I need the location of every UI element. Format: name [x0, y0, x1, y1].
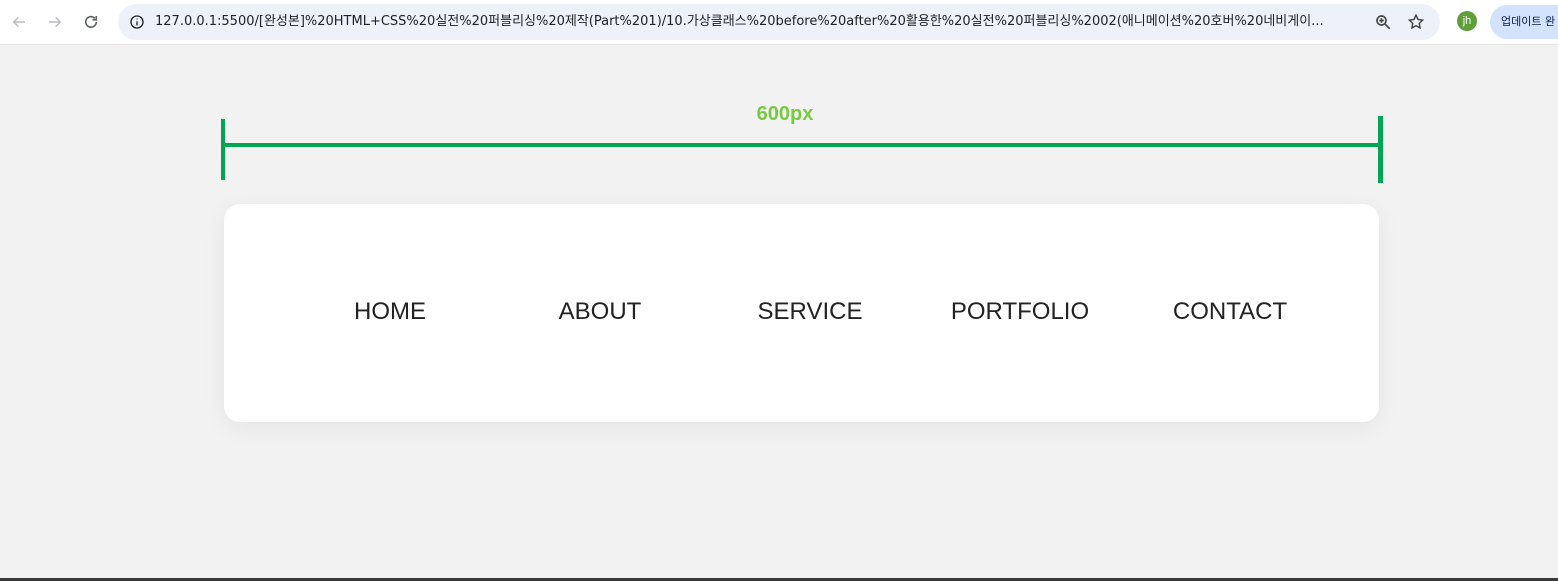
- nav-item-about[interactable]: ABOUT: [495, 294, 705, 334]
- bookmark-button[interactable]: [1405, 11, 1427, 33]
- arrow-left-icon: [12, 16, 25, 28]
- reload-icon: [84, 15, 98, 28]
- width-measure-right-tick: [1378, 116, 1383, 183]
- nav-item-portfolio[interactable]: PORTFOLIO: [915, 294, 1125, 334]
- reload-button[interactable]: [77, 8, 105, 36]
- update-button[interactable]: 업데이트 완: [1490, 5, 1558, 39]
- browser-toolbar: 127.0.0.1:5500/[완성본]%20HTML+CSS%20실전%20퍼…: [0, 0, 1558, 45]
- nav-menu: HOME ABOUT SERVICE PORTFOLIO CONTACT: [285, 294, 1335, 334]
- nav-item-service[interactable]: SERVICE: [705, 294, 915, 334]
- profile-avatar[interactable]: jh: [1457, 11, 1477, 31]
- address-bar[interactable]: 127.0.0.1:5500/[완성본]%20HTML+CSS%20실전%20퍼…: [118, 4, 1440, 40]
- nav-item-contact[interactable]: CONTACT: [1125, 294, 1335, 334]
- width-measure-label: 600px: [756, 103, 814, 125]
- page-viewport: 600px HOME ABOUT SERVICE PORTFOLIO CONTA…: [0, 45, 1558, 581]
- back-button[interactable]: [5, 8, 33, 36]
- arrow-right-icon: [49, 16, 62, 28]
- url-text[interactable]: 127.0.0.1:5500/[완성본]%20HTML+CSS%20실전%20퍼…: [155, 4, 1355, 40]
- width-measure-line: [223, 143, 1380, 147]
- width-measure-left-tick: [221, 119, 225, 180]
- info-icon: [130, 15, 144, 29]
- site-info-button[interactable]: [124, 9, 150, 35]
- forward-button[interactable]: [41, 8, 69, 36]
- star-icon: [1407, 13, 1425, 30]
- zoom-icon: [1376, 15, 1391, 30]
- zoom-button[interactable]: [1372, 11, 1394, 33]
- nav-item-home[interactable]: HOME: [285, 294, 495, 334]
- navigation-card: HOME ABOUT SERVICE PORTFOLIO CONTACT: [224, 204, 1379, 422]
